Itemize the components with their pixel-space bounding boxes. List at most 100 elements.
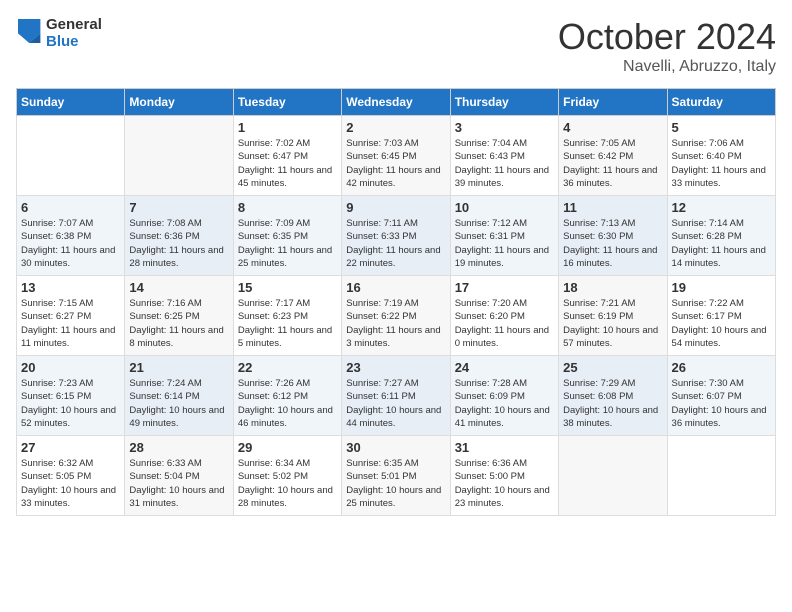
day-number: 7: [129, 200, 228, 215]
day-number: 18: [563, 280, 662, 295]
page-header: General Blue October 2024 Navelli, Abruz…: [16, 16, 776, 76]
title-block: October 2024 Navelli, Abruzzo, Italy: [558, 16, 776, 76]
calendar-cell: 8 Sunrise: 7:09 AM Sunset: 6:35 PM Daylig…: [233, 196, 341, 276]
weekday-header-friday: Friday: [559, 89, 667, 116]
day-info: Sunrise: 7:16 AM Sunset: 6:25 PM Dayligh…: [129, 297, 228, 350]
day-number: 17: [455, 280, 554, 295]
day-number: 20: [21, 360, 120, 375]
day-number: 12: [672, 200, 771, 215]
day-info: Sunrise: 6:34 AM Sunset: 5:02 PM Dayligh…: [238, 457, 337, 510]
logo-icon: [18, 19, 42, 43]
calendar-cell: 12 Sunrise: 7:14 AM Sunset: 6:28 PM Dayli…: [667, 196, 775, 276]
calendar-cell: 23Sunrise: 7:27 AM Sunset: 6:11 PM Dayli…: [342, 356, 450, 436]
day-info: Sunrise: 7:07 AM Sunset: 6:38 PM Dayligh…: [21, 217, 120, 270]
day-info: Sunrise: 7:23 AM Sunset: 6:15 PM Dayligh…: [21, 377, 120, 430]
day-number: 21: [129, 360, 228, 375]
month-title: October 2024: [558, 16, 776, 58]
calendar-cell: 19 Sunrise: 7:22 AM Sunset: 6:17 PM Dayli…: [667, 276, 775, 356]
day-number: 24: [455, 360, 554, 375]
calendar-cell: 9Sunrise: 7:11 AM Sunset: 6:33 PM Daylig…: [342, 196, 450, 276]
day-info: Sunrise: 7:28 AM Sunset: 6:09 PM Dayligh…: [455, 377, 554, 430]
calendar-cell: 28Sunrise: 6:33 AM Sunset: 5:04 PM Dayli…: [125, 436, 233, 516]
day-info: Sunrise: 7:02 AM Sunset: 6:47 PM Dayligh…: [238, 137, 337, 190]
calendar-cell: 7 Sunrise: 7:08 AM Sunset: 6:36 PM Daylig…: [125, 196, 233, 276]
calendar-row: 1Sunrise: 7:02 AM Sunset: 6:47 PM Daylig…: [17, 116, 776, 196]
weekday-header-monday: Monday: [125, 89, 233, 116]
day-info: Sunrise: 7:22 AM Sunset: 6:17 PM Dayligh…: [672, 297, 771, 350]
day-number: 30: [346, 440, 445, 455]
calendar-cell: 2Sunrise: 7:03 AM Sunset: 6:45 PM Daylig…: [342, 116, 450, 196]
calendar-cell: 30 Sunrise: 6:35 AM Sunset: 5:01 PM Dayli…: [342, 436, 450, 516]
day-info: Sunrise: 7:06 AM Sunset: 6:40 PM Dayligh…: [672, 137, 771, 190]
day-number: 3: [455, 120, 554, 135]
calendar-cell: [17, 116, 125, 196]
day-number: 23: [346, 360, 445, 375]
day-number: 26: [672, 360, 771, 375]
day-info: Sunrise: 6:36 AM Sunset: 5:00 PM Dayligh…: [455, 457, 554, 510]
day-info: Sunrise: 7:29 AM Sunset: 6:08 PM Dayligh…: [563, 377, 662, 430]
day-info: Sunrise: 7:11 AM Sunset: 6:33 PM Dayligh…: [346, 217, 445, 270]
calendar-cell: 17 Sunrise: 7:20 AM Sunset: 6:20 PM Dayli…: [450, 276, 558, 356]
calendar-cell: 3 Sunrise: 7:04 AM Sunset: 6:43 PM Daylig…: [450, 116, 558, 196]
day-number: 31: [455, 440, 554, 455]
calendar-cell: [559, 436, 667, 516]
calendar-row: 13 Sunrise: 7:15 AM Sunset: 6:27 PM Dayli…: [17, 276, 776, 356]
day-info: Sunrise: 7:09 AM Sunset: 6:35 PM Dayligh…: [238, 217, 337, 270]
day-number: 16: [346, 280, 445, 295]
day-info: Sunrise: 7:05 AM Sunset: 6:42 PM Dayligh…: [563, 137, 662, 190]
logo: General Blue: [16, 16, 102, 50]
calendar-cell: 29 Sunrise: 6:34 AM Sunset: 5:02 PM Dayli…: [233, 436, 341, 516]
calendar-cell: 4 Sunrise: 7:05 AM Sunset: 6:42 PM Daylig…: [559, 116, 667, 196]
calendar-table: SundayMondayTuesdayWednesdayThursdayFrid…: [16, 88, 776, 516]
day-number: 8: [238, 200, 337, 215]
calendar-cell: 20 Sunrise: 7:23 AM Sunset: 6:15 PM Dayli…: [17, 356, 125, 436]
day-info: Sunrise: 7:03 AM Sunset: 6:45 PM Dayligh…: [346, 137, 445, 190]
weekday-header-row: SundayMondayTuesdayWednesdayThursdayFrid…: [17, 89, 776, 116]
calendar-row: 6 Sunrise: 7:07 AM Sunset: 6:38 PM Daylig…: [17, 196, 776, 276]
day-info: Sunrise: 7:12 AM Sunset: 6:31 PM Dayligh…: [455, 217, 554, 270]
day-number: 22: [238, 360, 337, 375]
calendar-cell: 10Sunrise: 7:12 AM Sunset: 6:31 PM Dayli…: [450, 196, 558, 276]
day-info: Sunrise: 7:04 AM Sunset: 6:43 PM Dayligh…: [455, 137, 554, 190]
day-info: Sunrise: 7:14 AM Sunset: 6:28 PM Dayligh…: [672, 217, 771, 270]
day-number: 27: [21, 440, 120, 455]
calendar-cell: 16 Sunrise: 7:19 AM Sunset: 6:22 PM Dayli…: [342, 276, 450, 356]
calendar-cell: 5Sunrise: 7:06 AM Sunset: 6:40 PM Daylig…: [667, 116, 775, 196]
logo-line2: Blue: [46, 33, 102, 50]
weekday-header-thursday: Thursday: [450, 89, 558, 116]
day-info: Sunrise: 7:19 AM Sunset: 6:22 PM Dayligh…: [346, 297, 445, 350]
calendar-cell: 14 Sunrise: 7:16 AM Sunset: 6:25 PM Dayli…: [125, 276, 233, 356]
day-number: 13: [21, 280, 120, 295]
day-info: Sunrise: 7:15 AM Sunset: 6:27 PM Dayligh…: [21, 297, 120, 350]
calendar-cell: 24 Sunrise: 7:28 AM Sunset: 6:09 PM Dayli…: [450, 356, 558, 436]
calendar-cell: 6 Sunrise: 7:07 AM Sunset: 6:38 PM Daylig…: [17, 196, 125, 276]
calendar-cell: 18 Sunrise: 7:21 AM Sunset: 6:19 PM Dayli…: [559, 276, 667, 356]
weekday-header-tuesday: Tuesday: [233, 89, 341, 116]
calendar-cell: 15Sunrise: 7:17 AM Sunset: 6:23 PM Dayli…: [233, 276, 341, 356]
day-info: Sunrise: 7:21 AM Sunset: 6:19 PM Dayligh…: [563, 297, 662, 350]
day-info: Sunrise: 7:24 AM Sunset: 6:14 PM Dayligh…: [129, 377, 228, 430]
day-number: 6: [21, 200, 120, 215]
day-number: 29: [238, 440, 337, 455]
day-number: 14: [129, 280, 228, 295]
calendar-cell: 27Sunrise: 6:32 AM Sunset: 5:05 PM Dayli…: [17, 436, 125, 516]
day-info: Sunrise: 7:13 AM Sunset: 6:30 PM Dayligh…: [563, 217, 662, 270]
location-title: Navelli, Abruzzo, Italy: [558, 58, 776, 76]
calendar-cell: [667, 436, 775, 516]
day-info: Sunrise: 6:35 AM Sunset: 5:01 PM Dayligh…: [346, 457, 445, 510]
calendar-cell: 1Sunrise: 7:02 AM Sunset: 6:47 PM Daylig…: [233, 116, 341, 196]
day-number: 19: [672, 280, 771, 295]
day-info: Sunrise: 7:08 AM Sunset: 6:36 PM Dayligh…: [129, 217, 228, 270]
calendar-cell: 21 Sunrise: 7:24 AM Sunset: 6:14 PM Dayli…: [125, 356, 233, 436]
day-number: 4: [563, 120, 662, 135]
day-info: Sunrise: 7:26 AM Sunset: 6:12 PM Dayligh…: [238, 377, 337, 430]
weekday-header-sunday: Sunday: [17, 89, 125, 116]
day-number: 15: [238, 280, 337, 295]
calendar-cell: 31 Sunrise: 6:36 AM Sunset: 5:00 PM Dayli…: [450, 436, 558, 516]
calendar-cell: 25Sunrise: 7:29 AM Sunset: 6:08 PM Dayli…: [559, 356, 667, 436]
day-info: Sunrise: 7:20 AM Sunset: 6:20 PM Dayligh…: [455, 297, 554, 350]
weekday-header-wednesday: Wednesday: [342, 89, 450, 116]
calendar-row: 20 Sunrise: 7:23 AM Sunset: 6:15 PM Dayli…: [17, 356, 776, 436]
calendar-cell: [125, 116, 233, 196]
day-number: 28: [129, 440, 228, 455]
